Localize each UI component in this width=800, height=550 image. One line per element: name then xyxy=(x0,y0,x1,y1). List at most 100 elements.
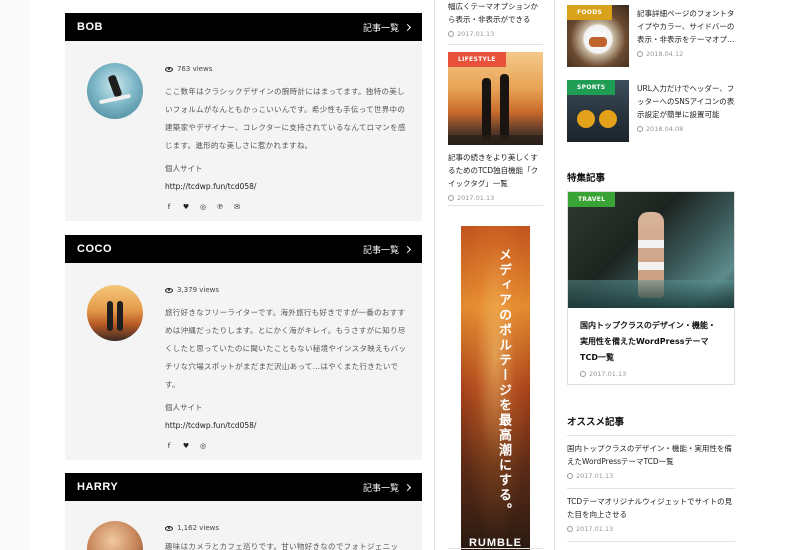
author-articles-link[interactable]: 記事一覧 xyxy=(362,21,412,34)
side-post-text: URL入力だけでヘッダー、フッターへのSNSアイコンの表示設定が簡単に設置可能 … xyxy=(637,82,735,133)
view-count: 763 views xyxy=(165,65,410,73)
post-date: 2017.01.13 xyxy=(568,370,734,378)
author-bio: ここ数年はクラシックデザインの腕時計にはまってます。独特の美しいフォルムがなんと… xyxy=(165,87,406,150)
author-header: HARRY 記事一覧 xyxy=(65,473,422,501)
clock-icon xyxy=(448,31,454,37)
post-date: 2018.04.12 xyxy=(637,50,735,58)
post-item[interactable]: 幅広くテーマオプションから表示・非表示ができる 2017.01.13 xyxy=(448,0,543,38)
avatar[interactable] xyxy=(87,285,143,341)
divider xyxy=(567,435,735,436)
clock-icon xyxy=(567,526,573,532)
recommended-item[interactable]: TCDテーマオリジナルウィジェットでサイトの見た目を向上させる 2017.01.… xyxy=(567,495,735,533)
view-count: 1,162 views xyxy=(165,524,410,532)
author-name: BOB xyxy=(77,21,103,33)
twitter-icon[interactable]: ♥ xyxy=(182,442,190,450)
featured-post[interactable]: TRAVEL 国内トップクラスのデザイン・機能・実用性を備えたWordPress… xyxy=(567,191,735,385)
recommended-item[interactable]: 国内トップクラスのデザイン・機能・実用性を備えたWordPressテーマTCD一… xyxy=(567,442,735,480)
post-thumbnail: FOODS xyxy=(567,5,629,67)
author-block-bob: BOB 記事一覧 763 views ここ数年はクラシックデザインの腕時計にはま… xyxy=(65,13,422,221)
author-header: COCO 記事一覧 xyxy=(65,235,422,263)
clock-icon xyxy=(637,126,643,132)
post-title: TCDテーマオリジナルウィジェットでサイトの見た目を向上させる xyxy=(567,497,733,519)
recommended-section-title: オススメ記事 xyxy=(567,417,625,428)
featured-title: 国内トップクラスのデザイン・機能・実用性を備えたWordPressテーマTCD一… xyxy=(580,321,716,362)
post-date-text: 2017.01.13 xyxy=(576,525,614,533)
post-thumbnail: LIFESTYLE xyxy=(448,52,543,145)
post-date-text: 2017.01.13 xyxy=(457,30,495,38)
chevron-right-icon xyxy=(403,23,412,31)
author-name: COCO xyxy=(77,243,112,255)
facebook-icon[interactable]: f xyxy=(165,442,173,450)
side-post-foods[interactable]: FOODS 記事詳細ページのフォントタイプやカラー、サイドバーの表示・非表示をテ… xyxy=(567,5,735,67)
post-date-text: 2018.04.12 xyxy=(646,50,684,58)
post-date: 2017.01.13 xyxy=(567,525,735,533)
divider xyxy=(448,44,543,45)
site-url-link[interactable]: http://tcdwp.fun/tcd058/ xyxy=(165,421,410,430)
author-info: 3,379 views 旅行好きなフリーライターです。海外旅行も好きですが一番の… xyxy=(165,286,410,450)
author-block-harry: HARRY 記事一覧 1,162 views 趣味はカメラとカフェ巡りです。甘い… xyxy=(65,473,422,550)
left-margin xyxy=(0,0,30,550)
category-tag: FOODS xyxy=(567,5,613,20)
author-name: HARRY xyxy=(77,481,119,493)
site-label: 個人サイト xyxy=(165,164,203,173)
divider xyxy=(567,541,735,542)
instagram-icon[interactable]: ◎ xyxy=(199,203,207,211)
avatar[interactable] xyxy=(87,521,143,550)
author-header: BOB 記事一覧 xyxy=(65,13,422,41)
post-title: 幅広くテーマオプションから表示・非表示ができる xyxy=(448,2,538,24)
twitter-icon[interactable]: ♥ xyxy=(182,203,190,211)
view-count: 3,379 views xyxy=(165,286,410,294)
author-block-coco: COCO 記事一覧 3,379 views 旅行好きなフリーライターです。海外旅… xyxy=(65,235,422,460)
view-count-text: 763 views xyxy=(177,65,213,73)
post-date-text: 2017.01.13 xyxy=(457,194,495,202)
post-item-lifestyle[interactable]: LIFESTYLE 記事の続きをより美しくするためのTCD独自機能「クイックタグ… xyxy=(448,52,543,202)
post-date-text: 2017.01.13 xyxy=(576,472,614,480)
site-url-link[interactable]: http://tcdwp.fun/tcd058/ xyxy=(165,182,410,191)
divider xyxy=(448,205,543,206)
author-articles-link[interactable]: 記事一覧 xyxy=(362,243,412,256)
featured-section-title: 特集記事 xyxy=(567,173,606,184)
author-articles-label: 記事一覧 xyxy=(362,245,399,256)
featured-thumbnail: TRAVEL xyxy=(568,192,734,308)
view-count-text: 1,162 views xyxy=(177,524,220,532)
side-post-sports[interactable]: SPORTS URL入力だけでヘッダー、フッターへのSNSアイコンの表示設定が簡… xyxy=(567,80,735,142)
clock-icon xyxy=(448,195,454,201)
chevron-right-icon xyxy=(403,245,412,253)
author-info: 763 views ここ数年はクラシックデザインの腕時計にはまってます。独特の美… xyxy=(165,65,410,211)
author-articles-label: 記事一覧 xyxy=(362,23,399,34)
instagram-icon[interactable]: ◎ xyxy=(199,442,207,450)
mail-icon[interactable]: ✉ xyxy=(233,203,241,211)
author-info: 1,162 views 趣味はカメラとカフェ巡りです。甘い物好きなのでフォトジェ… xyxy=(165,524,410,550)
category-tag: TRAVEL xyxy=(568,192,616,207)
author-bio: 趣味はカメラとカフェ巡りです。甘い物好きなのでフォトジェニッ xyxy=(165,542,399,550)
post-title: 記事詳細ページのフォントタイプやカラー、サイドバーの表示・非表示をテーマオプ… xyxy=(637,9,735,44)
chevron-right-icon xyxy=(403,483,412,491)
column-divider xyxy=(554,0,555,550)
site-label: 個人サイト xyxy=(165,403,203,412)
author-body: 1,162 views 趣味はカメラとカフェ巡りです。甘い物好きなのでフォトジェ… xyxy=(65,501,422,550)
eye-icon xyxy=(165,66,173,72)
post-title: 国内トップクラスのデザイン・機能・実用性を備えたWordPressテーマTCD一… xyxy=(567,444,732,466)
author-articles-label: 記事一覧 xyxy=(362,483,399,494)
banner-ad[interactable]: メディアのポルテージを最高潮にする。 RUMBLE xyxy=(461,226,530,550)
divider xyxy=(448,548,543,549)
eye-icon xyxy=(165,287,173,293)
category-tag: LIFESTYLE xyxy=(448,52,506,67)
eye-icon xyxy=(165,525,173,531)
clock-icon xyxy=(637,51,643,57)
avatar[interactable] xyxy=(87,63,143,119)
column-divider xyxy=(434,0,435,550)
facebook-icon[interactable]: f xyxy=(165,203,173,211)
author-articles-link[interactable]: 記事一覧 xyxy=(362,481,412,494)
post-date-text: 2018.04.08 xyxy=(646,125,684,133)
post-date: 2017.01.13 xyxy=(448,194,543,202)
post-date-text: 2017.01.13 xyxy=(589,370,627,378)
social-links: f ♥ ◎ xyxy=(165,442,410,450)
pinterest-icon[interactable]: ℗ xyxy=(216,203,224,211)
banner-ad-text: メディアのポルテージを最高潮にする。 xyxy=(496,248,511,518)
divider xyxy=(567,488,735,489)
author-bio: 旅行好きなフリーライターです。海外旅行も好きですが一番のおすすめは沖縄だったりし… xyxy=(165,308,407,389)
side-post-text: 記事詳細ページのフォントタイプやカラー、サイドバーの表示・非表示をテーマオプ… … xyxy=(637,7,735,58)
post-date: 2017.01.13 xyxy=(567,472,735,480)
clock-icon xyxy=(567,473,573,479)
